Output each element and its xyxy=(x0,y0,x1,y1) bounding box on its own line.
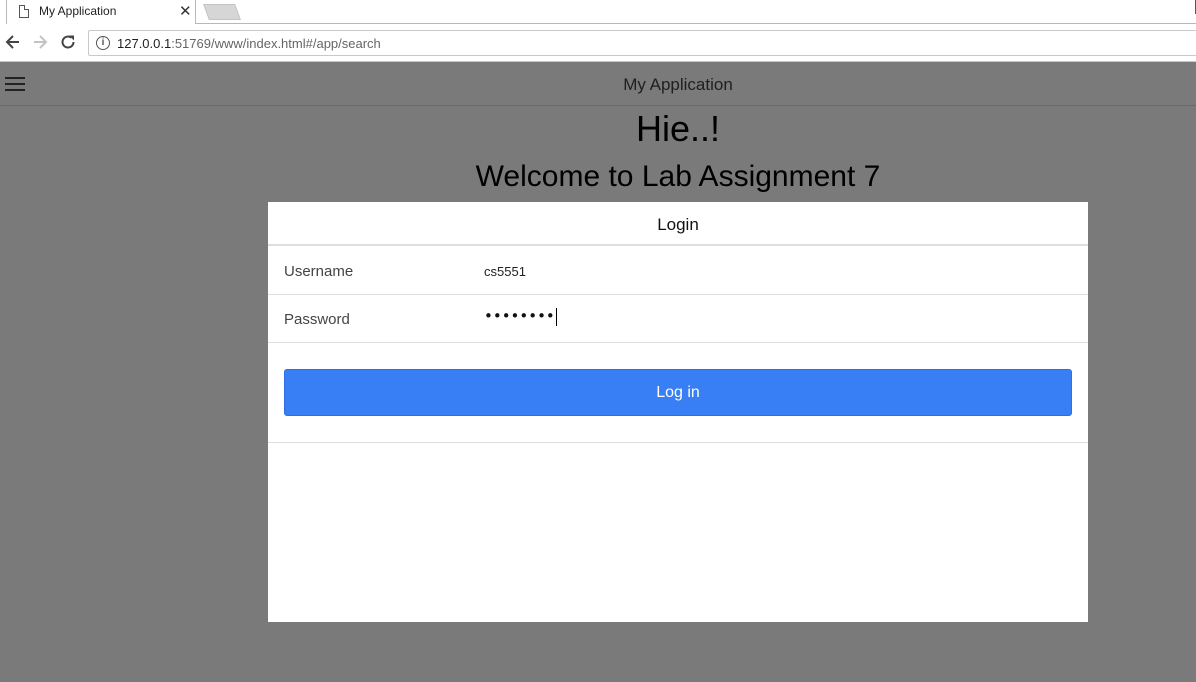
button-row: Log in xyxy=(268,343,1088,443)
forward-arrow-icon[interactable] xyxy=(30,32,50,52)
address-bar[interactable]: i 127.0.0.1:51769/www/index.html#/app/se… xyxy=(88,30,1196,56)
modal-header: Login xyxy=(268,202,1088,246)
username-input[interactable] xyxy=(484,257,1074,285)
app-title: My Application xyxy=(623,75,733,94)
welcome-heading: Welcome to Lab Assignment 7 xyxy=(475,160,881,193)
url-text: 127.0.0.1:51769/www/index.html#/app/sear… xyxy=(117,36,381,51)
login-button[interactable]: Log in xyxy=(284,369,1072,416)
text-caret xyxy=(555,307,557,326)
password-mask: •••••••• xyxy=(484,307,555,325)
tab-title: My Application xyxy=(39,4,117,18)
password-label: Password xyxy=(284,311,350,328)
back-arrow-icon[interactable] xyxy=(3,32,23,52)
browser-tab-strip: My Application ✕ xyxy=(0,0,1196,24)
password-row[interactable]: Password •••••••• xyxy=(268,295,1088,343)
modal-title: Login xyxy=(657,215,699,234)
new-tab-button[interactable] xyxy=(203,4,241,20)
username-label: Username xyxy=(284,263,354,280)
password-input[interactable]: •••••••• xyxy=(484,307,557,331)
close-icon[interactable]: ✕ xyxy=(179,2,192,20)
url-path: :51769/www/index.html#/app/search xyxy=(171,36,381,51)
browser-toolbar: i 127.0.0.1:51769/www/index.html#/app/se… xyxy=(0,24,1196,62)
page-icon xyxy=(19,5,29,18)
greeting-heading: Hie..! xyxy=(635,108,721,149)
app-header: My Application xyxy=(0,62,1196,106)
browser-tab[interactable]: My Application ✕ xyxy=(6,0,196,24)
username-row[interactable]: Username xyxy=(268,247,1088,295)
info-icon[interactable]: i xyxy=(96,36,110,50)
url-host: 127.0.0.1 xyxy=(117,36,172,51)
reload-icon[interactable] xyxy=(58,32,78,52)
login-modal: Login Username Password •••••••• Log in xyxy=(268,202,1088,622)
